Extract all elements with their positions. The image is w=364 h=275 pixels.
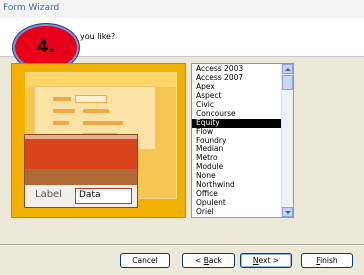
style-list-item[interactable]: Apex <box>192 83 281 92</box>
scroll-down-arrow-icon[interactable] <box>282 207 293 217</box>
back-button[interactable]: < Back <box>182 253 235 268</box>
scroll-thumb[interactable] <box>282 75 293 90</box>
preview-line <box>83 109 109 113</box>
style-preview: Label Data <box>11 63 186 218</box>
form-sub-band <box>25 169 137 185</box>
finish-button-label: inish <box>320 256 338 265</box>
style-list-item[interactable]: Oriel <box>192 208 281 217</box>
style-list-item[interactable]: Northwind <box>192 181 281 190</box>
style-list-item[interactable]: Foundry <box>192 137 281 146</box>
back-button-label: ack <box>208 256 222 265</box>
style-list-item[interactable]: Access 2003 <box>192 65 281 74</box>
wizard-question: you like? <box>80 32 116 41</box>
preview-line <box>53 97 71 101</box>
cancel-button-label: Cancel <box>132 256 158 265</box>
next-button[interactable]: Next > <box>240 253 292 268</box>
next-button-label: ext > <box>258 256 280 265</box>
style-listbox[interactable]: Access 2003 Access 2007 Apex Aspect Civic Con… <box>191 63 294 218</box>
preview-line <box>53 109 75 113</box>
list-scrollbar[interactable] <box>281 64 293 217</box>
preview-box <box>75 95 107 103</box>
style-list-item[interactable]: None <box>192 172 281 181</box>
style-list-item[interactable]: Metro <box>192 154 281 163</box>
style-list-item[interactable]: Access 2007 <box>192 74 281 83</box>
preview-line <box>83 121 123 125</box>
style-list-item[interactable]: Office <box>192 190 281 199</box>
preview-form-sample: Label Data <box>24 134 138 208</box>
style-list-item[interactable]: Aspect <box>192 92 281 101</box>
style-list-item[interactable]: Equity <box>192 118 281 128</box>
scroll-up-arrow-icon[interactable] <box>282 64 293 74</box>
style-list-item[interactable]: Median <box>192 145 281 154</box>
style-list-item[interactable]: Module <box>192 163 281 172</box>
style-list-item[interactable]: Flow <box>192 128 281 137</box>
cancel-button[interactable]: Cancel <box>120 253 170 268</box>
style-list-items: Access 2003 Access 2007 Apex Aspect Civic Con… <box>192 65 281 217</box>
title-bar: Form Wizard <box>0 0 364 19</box>
preview-data-text: Data <box>79 190 101 200</box>
window-title: Form Wizard <box>3 3 60 13</box>
preview-data-field: Data <box>75 188 132 204</box>
button-area-divider <box>0 244 364 246</box>
finish-button[interactable]: Finish <box>301 253 353 268</box>
style-list-item[interactable]: Concourse <box>192 110 281 119</box>
form-header-band <box>25 139 137 169</box>
style-list-item[interactable]: Opulent <box>192 199 281 208</box>
step-number-label: 4. <box>36 37 56 57</box>
preview-label-text: Label <box>35 189 62 200</box>
preview-line <box>53 121 69 125</box>
style-list-item[interactable]: Civic <box>192 101 281 110</box>
preview-panel-header <box>26 73 176 87</box>
